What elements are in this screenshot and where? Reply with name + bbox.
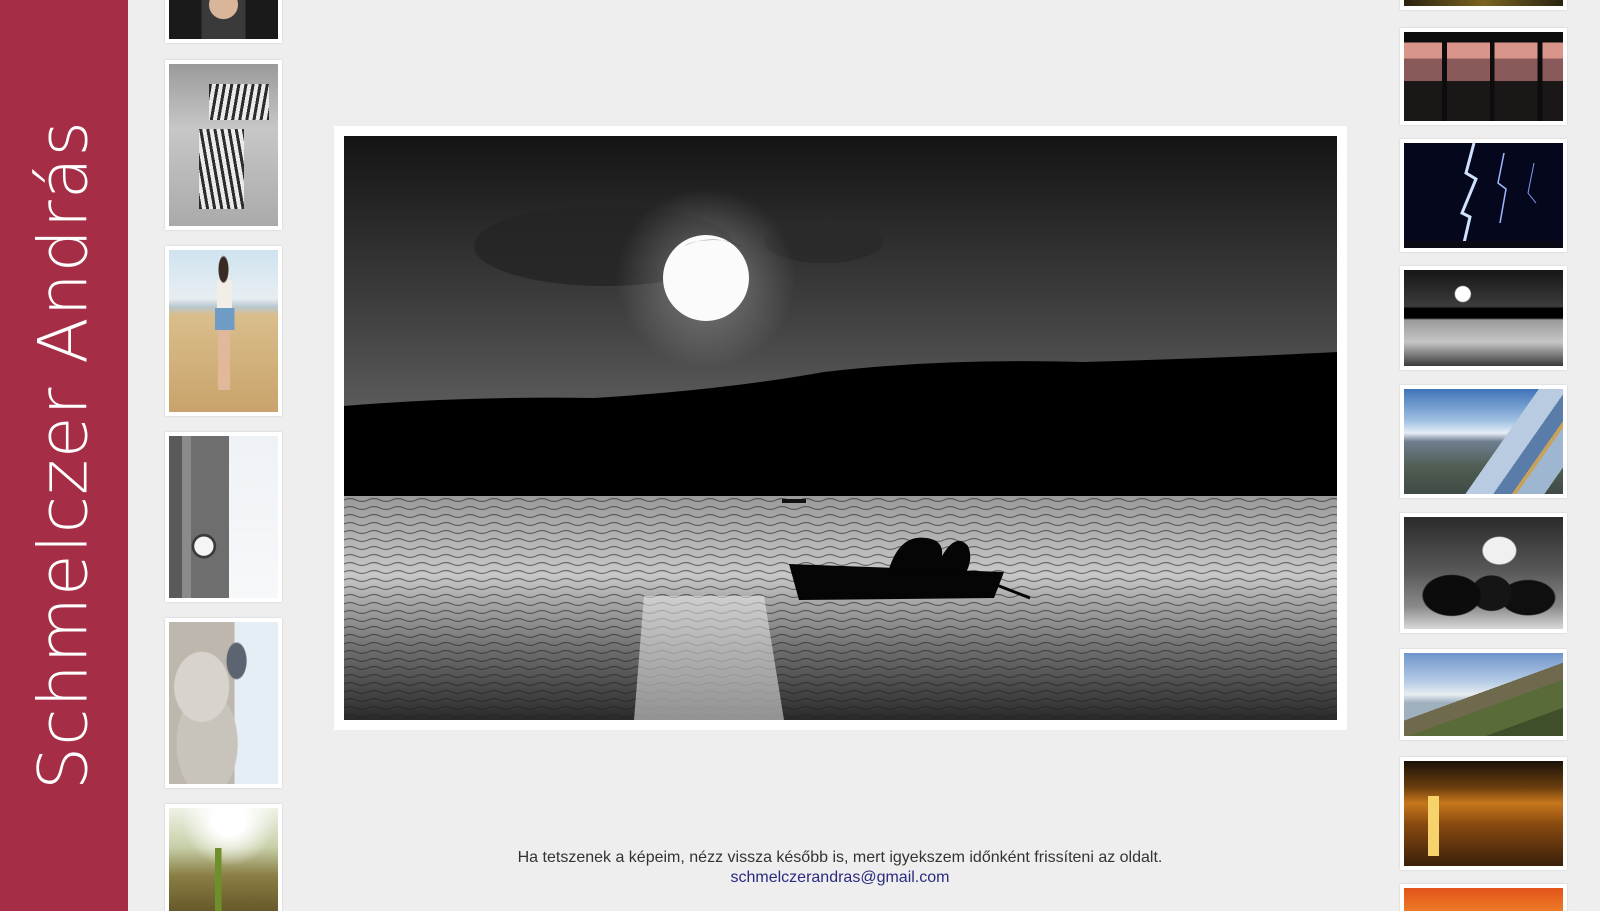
featured-photo-moon-boat[interactable]: [344, 136, 1337, 720]
thumbnail-hillside-town[interactable]: [1400, 649, 1567, 740]
featured-photo-drawing: [344, 136, 1337, 720]
author-name-title: Schmelczer András: [24, 120, 104, 790]
thumbnail-portrait[interactable]: [165, 0, 282, 43]
thumbnail-golden-top[interactable]: [1400, 0, 1567, 10]
lightning-drawing: [1404, 143, 1563, 248]
thumbnail-orange-sunset[interactable]: [1400, 884, 1567, 911]
footer-message: Ha tetszenek a képeim, nézz vissza későb…: [517, 849, 1163, 866]
thumbnail-beach-girl[interactable]: [165, 246, 282, 416]
thumbnail-lightning[interactable]: [1400, 139, 1567, 252]
thumbnail-binoculars-city[interactable]: [1400, 385, 1567, 498]
thumbnail-window-silhouette[interactable]: [1400, 28, 1567, 125]
thumbnail-moon-boat[interactable]: [1400, 266, 1567, 370]
thumbnail-sunset-water[interactable]: [1400, 757, 1567, 870]
sidebar: Schmelczer András: [0, 0, 128, 911]
thumbnail-plant[interactable]: [165, 804, 282, 911]
thumbnail-clock-tower[interactable]: [165, 432, 282, 602]
thumbnail-statue-pigeon[interactable]: [165, 618, 282, 788]
footer: Ha tetszenek a képeim, nézz vissza későb…: [340, 848, 1340, 888]
contact-email-link[interactable]: schmelczerandras@gmail.com: [731, 869, 950, 886]
thumbnail-pigeons[interactable]: [1400, 513, 1567, 633]
featured-image-frame: [334, 126, 1347, 730]
thumbnail-zebras[interactable]: [165, 60, 282, 230]
